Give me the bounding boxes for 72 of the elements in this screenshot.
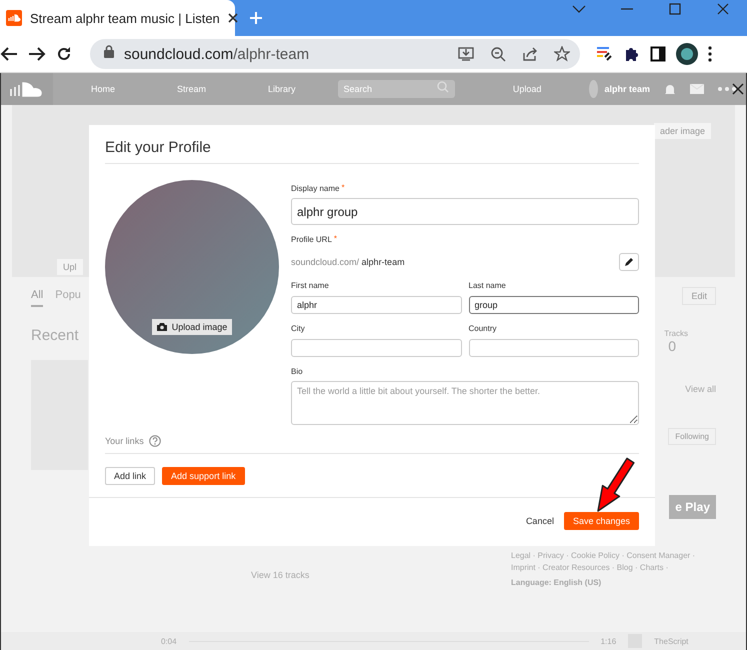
language-setting[interactable]: Language: English (US)	[511, 578, 602, 587]
view-tracks-link[interactable]: View 16 tracks	[251, 570, 310, 580]
required-mark: *	[341, 183, 345, 192]
puzzle-icon[interactable]	[624, 46, 640, 62]
view-all-link[interactable]: View all	[685, 384, 716, 394]
soundcloud-logo-icon	[6, 10, 22, 26]
zoom-out-icon[interactable]	[490, 46, 506, 62]
section-heading: Recent	[31, 327, 79, 344]
field-label: Profile URL	[291, 235, 332, 244]
field-label: Last name	[468, 281, 507, 290]
cloud-logo-icon[interactable]	[1, 73, 53, 105]
share-icon[interactable]	[522, 46, 538, 62]
elapsed-time: 0:04	[161, 636, 177, 646]
links-label: Your links	[105, 436, 144, 446]
field-label: Display name	[291, 184, 340, 193]
upload-image-button[interactable]: Upload image	[152, 319, 232, 335]
add-link-button[interactable]: Add link	[105, 467, 156, 485]
url-text: soundcloud.com/alphr-team	[124, 46, 310, 62]
profile-url: soundcloud.com/ alphr-team	[291, 257, 405, 267]
profile-tab[interactable]: Popu	[55, 289, 81, 307]
browser-tab[interactable]: Stream alphr team music | Listen	[0, 0, 235, 36]
edit-button[interactable]: Edit	[682, 287, 716, 305]
save-changes-button[interactable]: Save changes	[564, 512, 639, 530]
tab-title: Stream alphr team music | Listen	[30, 10, 220, 26]
user-menu[interactable]: alphr team	[604, 84, 650, 94]
nav-link[interactable]: Stream	[153, 84, 230, 94]
last-name-field[interactable]: group	[468, 296, 639, 314]
forward-icon[interactable]	[28, 46, 46, 62]
duration: 1:16	[600, 636, 616, 646]
first-name-field[interactable]: alphr	[291, 296, 462, 314]
profile-tab[interactable]: All	[31, 289, 44, 307]
kebab-menu-icon[interactable]	[708, 46, 712, 62]
cancel-button[interactable]: Cancel	[526, 516, 554, 526]
field-label: Bio	[291, 367, 304, 376]
nav-link[interactable]: Library	[244, 84, 320, 94]
following-button[interactable]: Following	[668, 428, 716, 445]
search-field[interactable]: Search	[338, 80, 455, 98]
avatar-icon[interactable]	[676, 43, 698, 65]
nav-link[interactable]: Home	[67, 84, 140, 94]
side-panel-icon[interactable]	[650, 46, 666, 62]
close-tab-icon[interactable]	[228, 13, 238, 23]
extension-icon[interactable]	[596, 45, 614, 63]
install-icon[interactable]	[458, 46, 474, 62]
field-label: Country	[468, 324, 498, 333]
bio-field[interactable]: Tell the world a little bit about yourself. The shorter the better.	[291, 381, 639, 425]
pencil-icon	[624, 257, 634, 267]
address-bar[interactable]: soundcloud.com/alphr-team	[90, 39, 580, 69]
help-icon[interactable]	[148, 435, 161, 447]
close-icon[interactable]	[732, 83, 744, 95]
required-mark: *	[334, 234, 338, 243]
display-name-field[interactable]: alphr group	[291, 198, 639, 225]
store-badge[interactable]: e Play	[669, 495, 716, 519]
footer-links[interactable]: Legal · Privacy · Cookie Policy · Consent Manager ·	[511, 551, 696, 560]
field-label: First name	[291, 281, 330, 290]
country-field[interactable]	[468, 339, 639, 357]
stat-value: 0	[668, 338, 676, 354]
reload-icon[interactable]	[56, 46, 72, 62]
footer-links[interactable]: Imprint · Creator Resources · Blog · Charts ·	[511, 563, 668, 572]
add-support-link-button[interactable]: Add support link	[162, 467, 245, 485]
city-field[interactable]	[291, 339, 462, 357]
back-icon[interactable]	[0, 46, 18, 62]
camera-icon	[156, 323, 167, 331]
upload-link[interactable]: Upload	[488, 84, 566, 94]
field-label: City	[291, 324, 306, 333]
star-icon[interactable]	[554, 46, 570, 62]
new-tab-icon[interactable]	[249, 11, 263, 25]
edit-url-button[interactable]	[619, 253, 639, 271]
header-image-button[interactable]: ader image	[654, 123, 711, 139]
track-title[interactable]: TheScript	[654, 636, 688, 646]
stat-label: Tracks	[664, 329, 688, 338]
avatar-upload-button[interactable]: Upl	[57, 259, 83, 275]
dialog-title: Edit your Profile	[105, 125, 639, 164]
